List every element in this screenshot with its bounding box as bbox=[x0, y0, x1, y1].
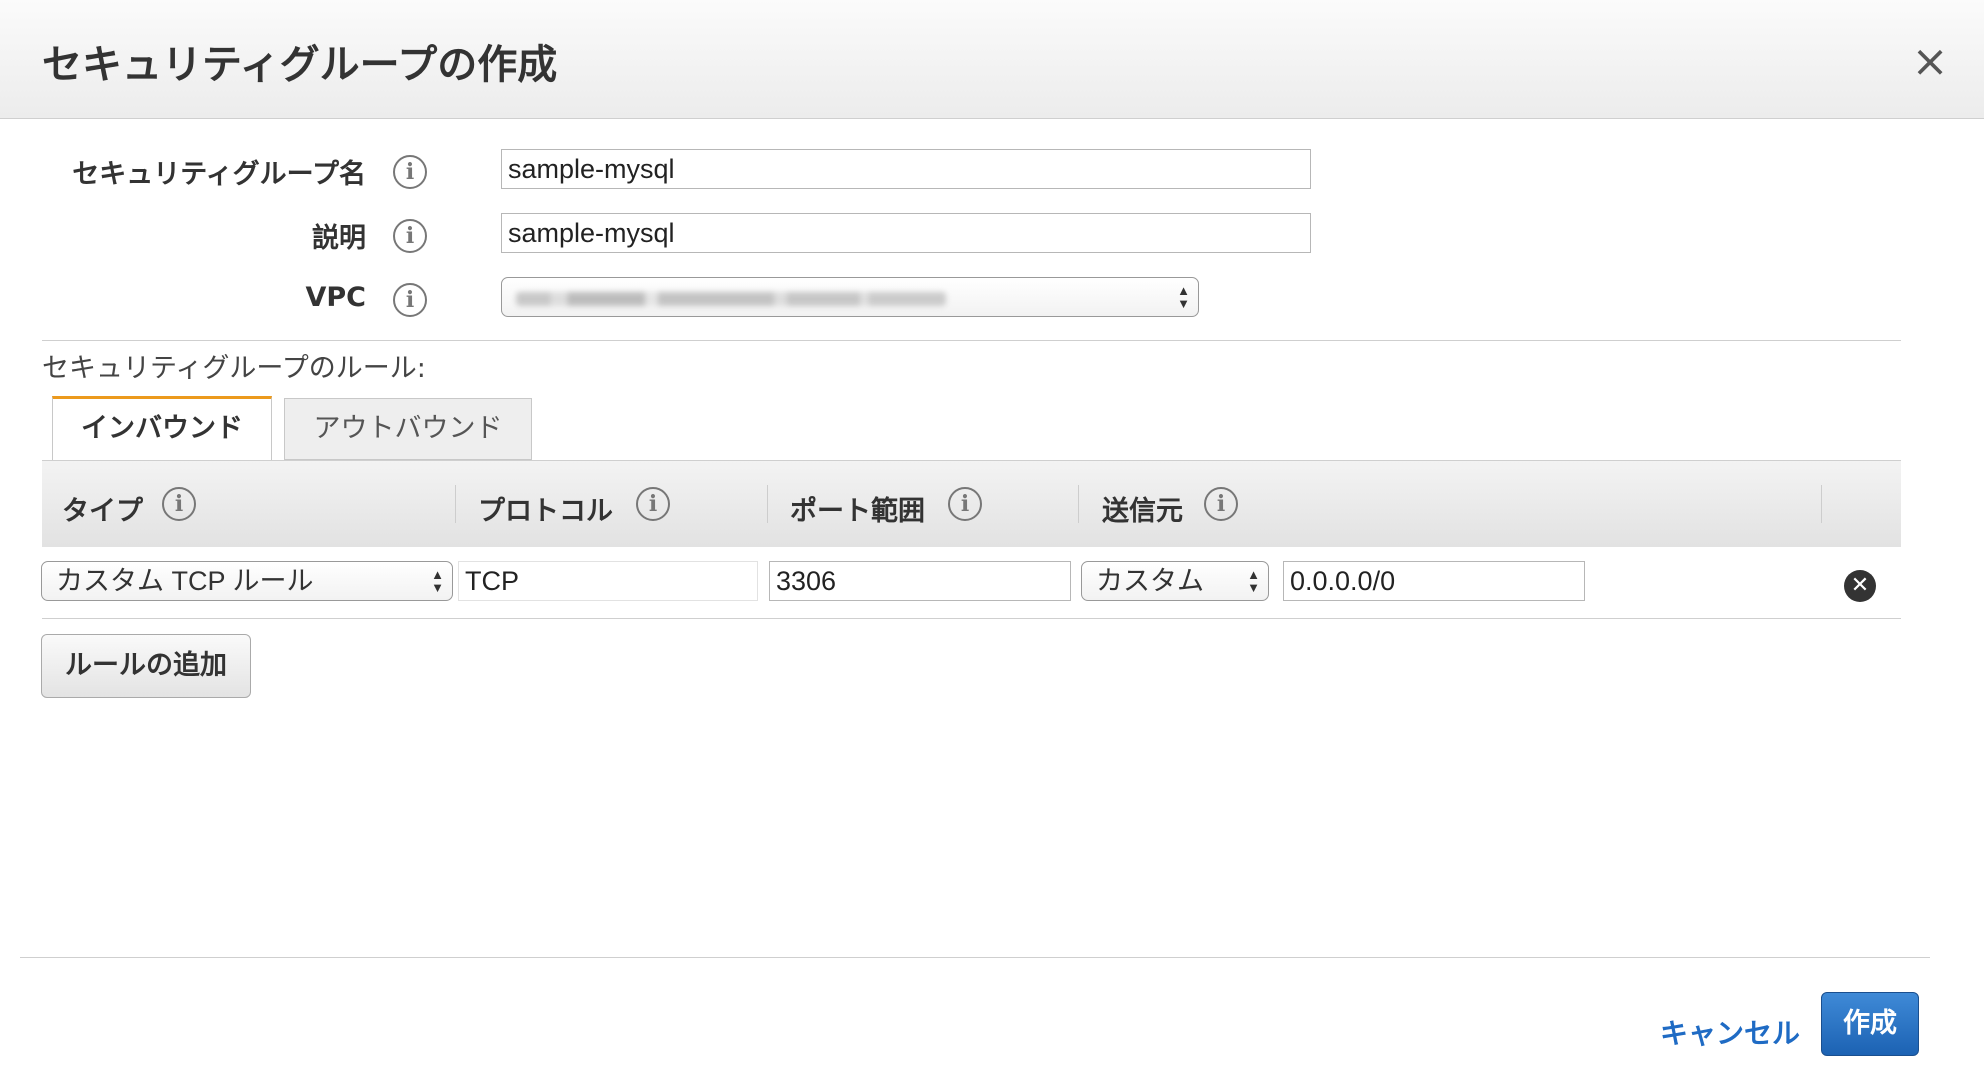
protocol-field: TCP bbox=[458, 561, 758, 601]
info-icon[interactable]: i bbox=[948, 487, 982, 521]
rules-section-label: セキュリティグループのルール: bbox=[42, 353, 426, 384]
rules-table-header: タイプ i プロトコル i ポート範囲 i 送信元 i bbox=[42, 460, 1901, 547]
divider bbox=[42, 618, 1901, 619]
column-header-port-range: ポート範囲 bbox=[790, 496, 925, 527]
info-icon[interactable]: i bbox=[393, 219, 427, 253]
source-type-value: カスタム bbox=[1096, 566, 1204, 596]
create-button[interactable]: 作成 bbox=[1821, 992, 1919, 1056]
column-separator bbox=[1821, 485, 1822, 523]
close-icon[interactable]: × bbox=[1908, 40, 1952, 84]
info-icon[interactable]: i bbox=[162, 487, 196, 521]
rule-type-value: カスタム TCP ルール bbox=[56, 566, 314, 596]
security-group-name-input[interactable]: sample-mysql bbox=[501, 149, 1311, 189]
column-separator bbox=[767, 485, 768, 523]
source-cidr-input[interactable]: 0.0.0.0/0 bbox=[1283, 561, 1585, 601]
dialog-header: セキュリティグループの作成 × bbox=[0, 0, 1984, 119]
column-separator bbox=[455, 485, 456, 523]
remove-rule-icon[interactable]: ✕ bbox=[1844, 570, 1876, 602]
info-icon[interactable]: i bbox=[393, 155, 427, 189]
security-group-name-label: セキュリティグループ名 bbox=[72, 159, 366, 190]
source-type-select[interactable]: カスタム ▲ ▼ bbox=[1081, 561, 1269, 601]
footer-divider bbox=[20, 957, 1930, 958]
select-arrows-icon: ▲ ▼ bbox=[431, 567, 444, 595]
column-separator bbox=[1078, 485, 1079, 523]
description-input[interactable]: sample-mysql bbox=[501, 213, 1311, 253]
port-range-input[interactable]: 3306 bbox=[769, 561, 1071, 601]
vpc-value-blurred bbox=[516, 292, 946, 306]
cancel-button[interactable]: キャンセル bbox=[1660, 1012, 1800, 1052]
vpc-label: VPC bbox=[305, 282, 367, 313]
create-security-group-dialog: セキュリティグループの作成 × セキュリティグループ名 i sample-mys… bbox=[0, 0, 1984, 1086]
column-header-type: タイプ bbox=[62, 496, 143, 527]
info-icon[interactable]: i bbox=[636, 487, 670, 521]
info-icon[interactable]: i bbox=[1204, 487, 1238, 521]
tab-inbound[interactable]: インバウンド bbox=[52, 396, 272, 460]
column-header-source: 送信元 bbox=[1102, 496, 1183, 527]
add-rule-button[interactable]: ルールの追加 bbox=[41, 634, 251, 698]
divider bbox=[42, 340, 1901, 341]
dialog-title: セキュリティグループの作成 bbox=[42, 42, 558, 88]
select-arrows-icon: ▲ ▼ bbox=[1247, 567, 1260, 595]
description-label: 説明 bbox=[312, 223, 366, 254]
tab-outbound[interactable]: アウトバウンド bbox=[284, 398, 532, 460]
info-icon[interactable]: i bbox=[393, 283, 427, 317]
rule-type-select[interactable]: カスタム TCP ルール ▲ ▼ bbox=[41, 561, 453, 601]
vpc-select[interactable]: ▲ ▼ bbox=[501, 277, 1199, 317]
select-arrows-icon: ▲ ▼ bbox=[1177, 283, 1190, 311]
column-header-protocol: プロトコル bbox=[478, 496, 613, 527]
